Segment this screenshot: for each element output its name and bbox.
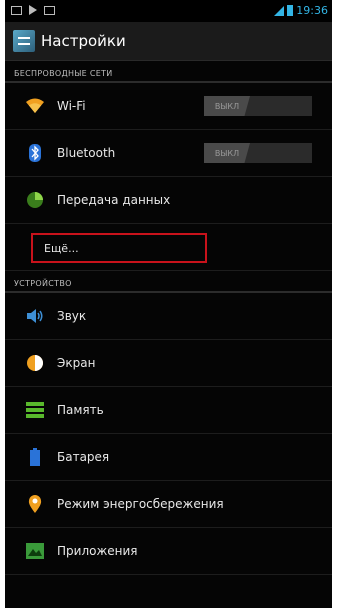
battery-icon bbox=[25, 447, 45, 467]
more-highlight-box[interactable]: Ещё... bbox=[31, 233, 207, 263]
settings-screen: 19:36 Настройки БЕСПРОВОДНЫЕ СЕТИ Wi-Fi … bbox=[5, 0, 332, 608]
settings-item-label: Передача данных bbox=[57, 193, 171, 207]
battery-status-icon bbox=[287, 5, 294, 16]
signal-icon bbox=[274, 5, 285, 16]
bluetooth-toggle[interactable]: ВЫКЛ bbox=[204, 143, 312, 163]
settings-item-screen[interactable]: Экран bbox=[5, 340, 332, 387]
settings-item-label: Wi-Fi bbox=[57, 99, 86, 113]
settings-item-label: Экран bbox=[57, 356, 96, 370]
settings-item-data-usage[interactable]: Передача данных bbox=[5, 177, 332, 224]
play-notification-icon bbox=[29, 5, 37, 15]
settings-item-more[interactable]: Ещё... bbox=[5, 224, 332, 271]
data-usage-icon bbox=[25, 190, 45, 210]
settings-item-sound[interactable]: Звук bbox=[5, 293, 332, 340]
settings-item-power-saving[interactable]: Режим энергосбережения bbox=[5, 481, 332, 528]
settings-item-label: Приложения bbox=[57, 544, 138, 558]
settings-app-icon[interactable] bbox=[13, 30, 35, 52]
settings-item-wifi[interactable]: Wi-Fi ВЫКЛ bbox=[5, 83, 332, 130]
status-bar: 19:36 bbox=[5, 0, 332, 22]
page-title: Настройки bbox=[41, 32, 126, 50]
settings-item-label: Bluetooth bbox=[57, 146, 116, 160]
system-icons: 19:36 bbox=[274, 4, 328, 17]
settings-item-label: Батарея bbox=[57, 450, 110, 464]
action-bar: Настройки bbox=[5, 22, 332, 61]
settings-item-bluetooth[interactable]: Bluetooth ВЫКЛ bbox=[5, 130, 332, 177]
toggle-state-label: ВЫКЛ bbox=[204, 143, 250, 163]
wifi-icon bbox=[25, 96, 45, 116]
power-saving-icon bbox=[25, 494, 45, 514]
image-notification-icon bbox=[44, 5, 55, 15]
wifi-toggle[interactable]: ВЫКЛ bbox=[204, 96, 312, 116]
clock: 19:36 bbox=[296, 4, 328, 17]
notification-icons bbox=[11, 5, 55, 15]
section-header-wireless: БЕСПРОВОДНЫЕ СЕТИ bbox=[5, 61, 332, 83]
apps-icon bbox=[25, 541, 45, 561]
brightness-icon bbox=[25, 353, 45, 373]
settings-item-memory[interactable]: Память bbox=[5, 387, 332, 434]
speaker-icon bbox=[25, 306, 45, 326]
storage-icon bbox=[25, 400, 45, 420]
screenshot-notification-icon bbox=[11, 5, 22, 15]
section-header-device: УСТРОЙСТВО bbox=[5, 271, 332, 293]
settings-item-apps[interactable]: Приложения bbox=[5, 528, 332, 575]
settings-item-battery[interactable]: Батарея bbox=[5, 434, 332, 481]
settings-item-label: Память bbox=[57, 403, 104, 417]
settings-item-label: Ещё... bbox=[44, 241, 79, 255]
settings-item-label: Звук bbox=[57, 309, 87, 323]
toggle-state-label: ВЫКЛ bbox=[204, 96, 250, 116]
settings-item-label: Режим энергосбережения bbox=[57, 497, 224, 511]
bluetooth-icon bbox=[25, 143, 45, 163]
